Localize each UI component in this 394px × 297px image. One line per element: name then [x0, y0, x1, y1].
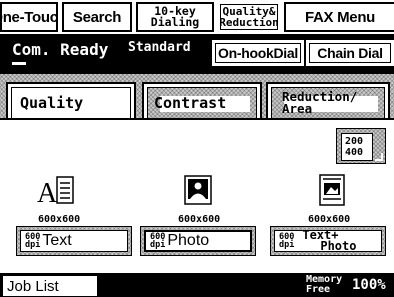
photo-resolution: 600x600 [178, 214, 221, 225]
text-photo-label-line2: Photo [320, 239, 357, 253]
status-text: Com. Ready [12, 40, 109, 59]
quality-photo-label: Photo [167, 232, 210, 249]
bottom-bar: Job List Memory Free 100% [0, 273, 394, 297]
tab-search[interactable]: Search [62, 2, 132, 32]
text-dpi-badge: 600 dpi [25, 233, 41, 250]
corner-triangle-icon [375, 153, 383, 161]
quality-sub-tab-bar: Quality Contrast Reduction/ Area [0, 74, 394, 118]
tab-contrast[interactable]: Contrast [142, 82, 262, 118]
scan-mode-label: Standard [128, 40, 191, 55]
tab-quality[interactable]: Quality [6, 82, 136, 118]
tab-search-label: Search [72, 8, 122, 26]
memory-free-label: Memory Free [306, 275, 342, 295]
tab-quality-line2: Reduction [219, 16, 279, 29]
photo-dpi-badge: 600 dpi [150, 233, 166, 250]
input-cursor [12, 62, 26, 65]
tab-reduction-area[interactable]: Reduction/ Area [266, 82, 390, 118]
tab-fax-menu-label: FAX Menu [304, 8, 376, 26]
chain-dial-label: Chain Dial [317, 45, 383, 61]
tab-one-touch[interactable]: One-Touch [0, 2, 58, 32]
tab-fax-menu[interactable]: FAX Menu [284, 2, 394, 32]
text-dpi-unit: dpi [25, 240, 41, 250]
on-hook-dial-button[interactable]: On-hookDial [212, 40, 304, 66]
quality-text-label: Text [42, 232, 72, 249]
tab-10-key-line2: Dialing [150, 15, 200, 29]
memory-label-line2: Free [306, 284, 331, 295]
text-photo-dpi-unit: dpi [279, 240, 295, 250]
resolution-line1: 200 [345, 136, 364, 147]
quality-text-button[interactable]: 600 dpi Text [16, 226, 132, 256]
text-page-icon: A [37, 176, 74, 208]
text-photo-resolution: 600x600 [308, 214, 351, 225]
text-resolution: 600x600 [38, 214, 81, 225]
text-photo-dpi-badge: 600 dpi [279, 233, 295, 250]
chain-dial-button[interactable]: Chain Dial [306, 40, 394, 66]
menu-tab-bar: One-Touch Search 10-key Dialing Quality&… [0, 0, 394, 34]
status-bar: Com. Ready Standard On-hookDial Chain Di… [0, 34, 394, 74]
on-hook-dial-label: On-hookDial [218, 45, 298, 61]
tab-reduction-line2: Area [282, 101, 313, 116]
photo-icon [184, 175, 212, 205]
quality-text-photo-button[interactable]: 600 dpi Text+ Photo [270, 226, 386, 256]
resolution-200-400-button[interactable]: 200 400 [336, 128, 386, 164]
tab-10-key-dialing[interactable]: 10-key Dialing [136, 2, 214, 32]
resolution-line2: 400 [345, 147, 364, 158]
tab-one-touch-label: One-Touch [2, 8, 58, 26]
quality-panel: 200 400 A 600x600 600 dpi Text 600x600 6… [0, 118, 394, 273]
quality-text-photo-label: Text+ Photo [296, 229, 357, 253]
job-list-button[interactable]: Job List [2, 275, 98, 297]
svg-text:A: A [37, 178, 58, 208]
photo-dpi-unit: dpi [150, 240, 166, 250]
tab-contrast-label: Contrast [154, 94, 227, 112]
text-photo-icon [319, 174, 345, 206]
tab-quality-label: Quality [20, 94, 84, 112]
job-list-label: Job List [7, 277, 59, 295]
tab-quality-reduction[interactable]: Quality& Reduction [218, 2, 280, 32]
quality-photo-button[interactable]: 600 dpi Photo [140, 226, 256, 256]
memory-free-value: 100% [352, 277, 386, 293]
